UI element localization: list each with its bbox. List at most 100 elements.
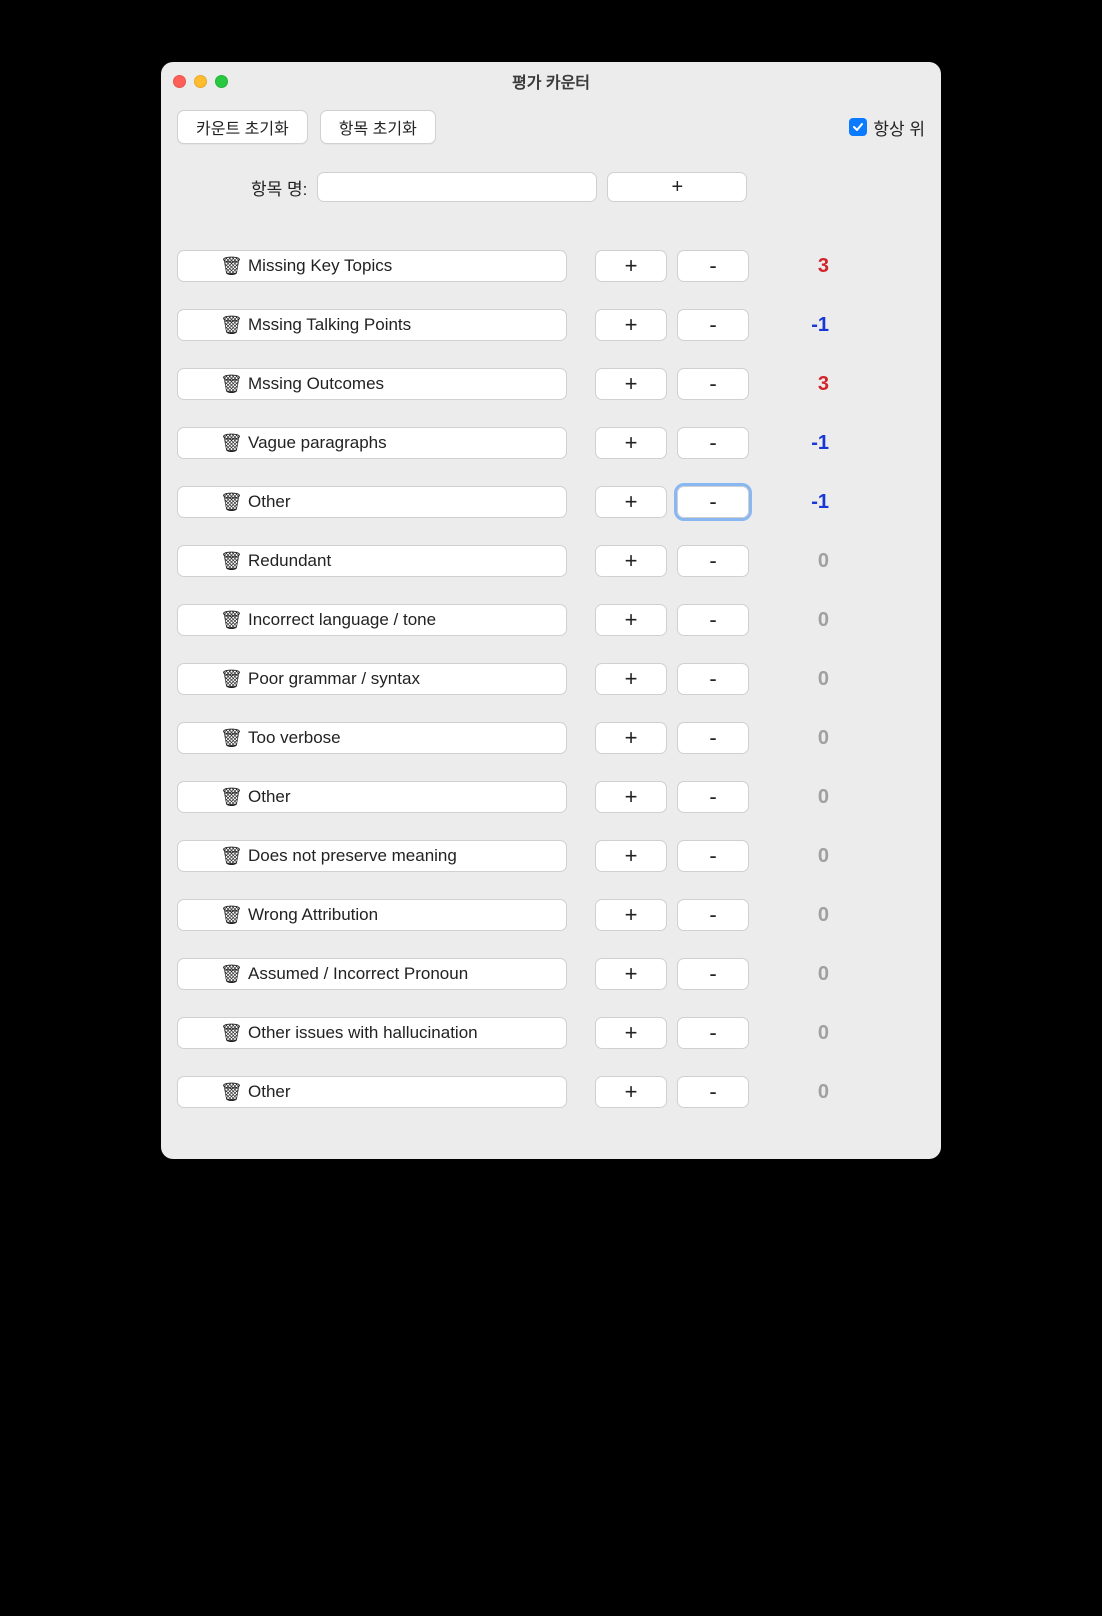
decrement-button[interactable]: - [677,1076,749,1108]
decrement-button[interactable]: - [677,781,749,813]
counter-value: 0 [749,845,829,868]
increment-button[interactable]: + [595,1017,667,1049]
decrement-button[interactable]: - [677,663,749,695]
counter-item-button[interactable]: 🗑Other [177,781,567,813]
counter-item-button[interactable]: 🗑 Does not preserve meaning [177,840,567,872]
plus-minus-group: +- [595,309,749,341]
plus-minus-group: +- [595,486,749,518]
counter-item-label: Mssing Outcomes [248,374,384,394]
increment-button[interactable]: + [595,368,667,400]
trash-icon: 🗑 [220,906,240,924]
trash-icon: 🗑 [220,1024,240,1042]
increment-button[interactable]: + [595,545,667,577]
window-title: 평가 카운터 [161,69,941,93]
counter-value: -1 [749,491,829,514]
minimize-icon[interactable] [194,75,207,88]
decrement-button[interactable]: - [677,486,749,518]
increment-button[interactable]: + [595,722,667,754]
decrement-button[interactable]: - [677,1017,749,1049]
trash-icon: 🗑 [220,552,240,570]
counter-item-button[interactable]: 🗑Other issues with hallucination [177,1017,567,1049]
decrement-button[interactable]: - [677,958,749,990]
counter-item-button[interactable]: 🗑Vague paragraphs [177,427,567,459]
item-name-input[interactable] [317,172,597,202]
app-window: 평가 카운터 카운트 초기화 항목 초기화 항상 위 항목 명: + 🗑Miss… [161,62,941,1159]
reset-items-button[interactable]: 항목 초기화 [320,110,436,144]
increment-button[interactable]: + [595,1076,667,1108]
window-body: 카운트 초기화 항목 초기화 항상 위 항목 명: + 🗑Missing Key… [161,100,941,1159]
counter-item-label: Too verbose [248,728,341,748]
maximize-icon[interactable] [215,75,228,88]
counter-value: 0 [749,609,829,632]
plus-minus-group: +- [595,1017,749,1049]
increment-button[interactable]: + [595,250,667,282]
decrement-button[interactable]: - [677,250,749,282]
trash-icon: 🗑 [220,434,240,452]
counter-row: 🗑Redundant+-0 [177,545,925,577]
plus-minus-group: +- [595,427,749,459]
counter-item-label: Wrong Attribution [248,905,378,925]
counter-value: 0 [749,1022,829,1045]
counter-item-label: Does not preserve meaning [248,846,457,866]
counter-item-button[interactable]: 🗑Other [177,486,567,518]
counter-item-label: Incorrect language / tone [248,610,436,630]
titlebar[interactable]: 평가 카운터 [161,62,941,100]
counter-row: 🗑Wrong Attribution+-0 [177,899,925,931]
counter-value: -1 [749,314,829,337]
increment-button[interactable]: + [595,486,667,518]
counter-row: 🗑Too verbose+-0 [177,722,925,754]
increment-button[interactable]: + [595,899,667,931]
increment-button[interactable]: + [595,309,667,341]
counter-item-label: Other [248,1082,291,1102]
counter-item-button[interactable]: 🗑 Other [177,1076,567,1108]
close-icon[interactable] [173,75,186,88]
counter-item-button[interactable]: 🗑 Wrong Attribution [177,899,567,931]
increment-button[interactable]: + [595,840,667,872]
decrement-button[interactable]: - [677,368,749,400]
decrement-button[interactable]: - [677,545,749,577]
counter-item-button[interactable]: 🗑Redundant [177,545,567,577]
plus-minus-group: +- [595,781,749,813]
decrement-button[interactable]: - [677,722,749,754]
increment-button[interactable]: + [595,663,667,695]
counter-row: 🗑 Does not preserve meaning +-0 [177,840,925,872]
item-name-label: 항목 명: [251,175,307,200]
increment-button[interactable]: + [595,958,667,990]
counter-value: 0 [749,786,829,809]
always-on-top-toggle[interactable]: 항상 위 [849,115,925,140]
counter-value: 0 [749,963,829,986]
checkbox-icon[interactable] [849,118,867,136]
counter-row: 🗑 Other +-0 [177,1076,925,1108]
counter-row: 🗑Other +-0 [177,781,925,813]
counter-item-button[interactable]: 🗑Incorrect language / tone [177,604,567,636]
counter-item-button[interactable]: 🗑Mssing Talking Points [177,309,567,341]
increment-button[interactable]: + [595,781,667,813]
counter-item-button[interactable]: 🗑Too verbose [177,722,567,754]
counter-item-label: Other [248,787,291,807]
counter-row: 🗑Missing Key Topics+-3 [177,250,925,282]
decrement-button[interactable]: - [677,309,749,341]
trash-icon: 🗑 [220,375,240,393]
reset-count-button[interactable]: 카운트 초기화 [177,110,308,144]
counter-item-button[interactable]: 🗑Poor grammar / syntax [177,663,567,695]
decrement-button[interactable]: - [677,840,749,872]
increment-button[interactable]: + [595,604,667,636]
counter-item-button[interactable]: 🗑 Assumed / Incorrect Pronoun [177,958,567,990]
counter-item-button[interactable]: 🗑 Mssing Outcomes [177,368,567,400]
trash-icon: 🗑 [220,847,240,865]
counter-value: 0 [749,1081,829,1104]
traffic-lights [173,75,228,88]
decrement-button[interactable]: - [677,427,749,459]
add-item-button[interactable]: + [607,172,747,202]
counter-item-label: Assumed / Incorrect Pronoun [248,964,468,984]
plus-minus-group: +- [595,958,749,990]
trash-icon: 🗑 [220,1083,240,1101]
decrement-button[interactable]: - [677,604,749,636]
toolbar: 카운트 초기화 항목 초기화 항상 위 [177,110,925,144]
trash-icon: 🗑 [220,965,240,983]
counter-item-button[interactable]: 🗑Missing Key Topics [177,250,567,282]
plus-minus-group: +- [595,604,749,636]
counter-row: 🗑Incorrect language / tone +-0 [177,604,925,636]
decrement-button[interactable]: - [677,899,749,931]
increment-button[interactable]: + [595,427,667,459]
